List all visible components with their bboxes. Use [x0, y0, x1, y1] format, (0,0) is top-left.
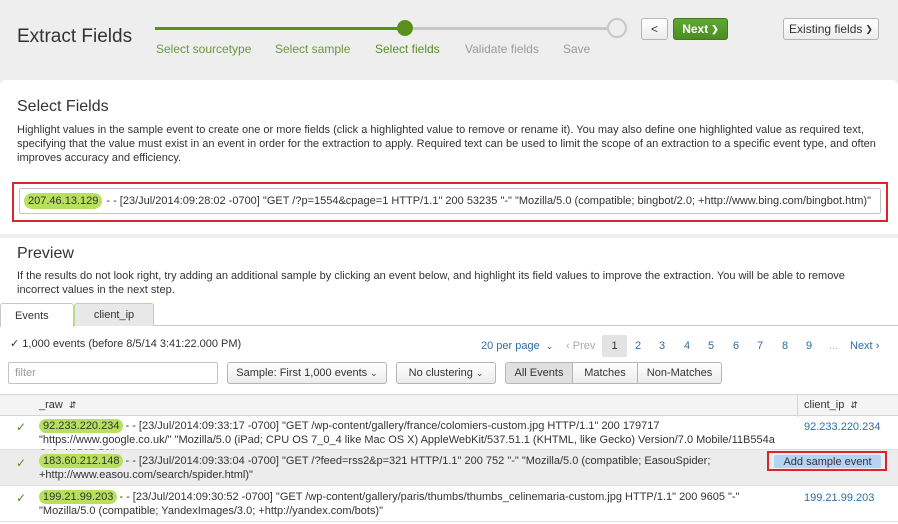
table-header: _raw ⇵ client_ip ⇵ [0, 394, 898, 417]
check-icon: ✓ [16, 420, 27, 434]
step-select-sourcetype[interactable]: Select sourcetype [156, 42, 251, 56]
sample-dropdown[interactable]: Sample: First 1,000 events ⌄ [227, 362, 387, 384]
existing-fields-label: Existing fields [789, 22, 863, 36]
select-fields-description: Highlight values in the sample event to … [17, 124, 876, 164]
next-button[interactable]: Next ❯ [673, 18, 728, 40]
sort-icon: ⇵ [68, 400, 77, 410]
page-5[interactable]: 5 [708, 340, 714, 352]
step-select-fields: Select fields [375, 42, 440, 56]
chevron-down-icon: ⌄ [545, 341, 554, 351]
sample-event-text[interactable]: - - [23/Jul/2014:09:28:02 -0700] "GET /?… [106, 195, 871, 207]
filter-input[interactable] [8, 362, 218, 384]
step-save: Save [563, 42, 591, 56]
step-current-dot [397, 20, 413, 36]
column-raw[interactable]: _raw ⇵ [39, 399, 76, 411]
table-row[interactable]: ✓ 183.60.212.148- - [23/Jul/2014:09:33:0… [0, 450, 898, 486]
back-button[interactable]: < [641, 18, 668, 40]
page-7[interactable]: 7 [757, 340, 763, 352]
highlighted-field-value[interactable]: 183.60.212.148 [39, 454, 124, 468]
preview-tabs: Events client_ip [0, 302, 898, 327]
next-page-button[interactable]: Next › [850, 340, 879, 352]
client-ip-value: 92.233.220.234 [804, 421, 881, 433]
events-count: ✓ 1,000 events (before 8/5/14 3:41:22.00… [10, 338, 242, 350]
table-row[interactable]: ✓ 92.233.220.234- - [23/Jul/2014:09:33:1… [0, 416, 898, 460]
column-divider [797, 395, 798, 417]
raw-event[interactable]: 199.21.99.203- - [23/Jul/2014:09:30:52 -… [39, 490, 791, 518]
highlighted-field-value[interactable]: 92.233.220.234 [39, 419, 124, 433]
per-page-dropdown[interactable]: 20 per page ⌄ [481, 340, 553, 352]
step-select-sample[interactable]: Select sample [275, 42, 350, 56]
sample-event-highlight-frame: 207.46.13.129 - - [23/Jul/2014:09:28:02 … [12, 182, 888, 222]
chevron-right-icon: ❯ [711, 23, 719, 34]
highlighted-field-value[interactable]: 199.21.99.203 [39, 490, 118, 504]
tab-events[interactable]: Events [0, 303, 74, 327]
chevron-left-icon: ‹ [566, 340, 570, 352]
existing-fields-button[interactable]: Existing fields ❯ [783, 18, 879, 40]
chevron-right-icon: ❯ [865, 23, 873, 34]
steps-progress [155, 27, 405, 30]
chevron-right-icon: › [875, 340, 880, 352]
page-title: Extract Fields [17, 26, 133, 47]
page-3[interactable]: 3 [659, 340, 665, 352]
clustering-dropdown[interactable]: No clustering ⌄ [396, 362, 496, 384]
page-1[interactable]: 1 [602, 335, 627, 357]
page-6[interactable]: 6 [733, 340, 739, 352]
tab-client-ip[interactable]: client_ip [74, 303, 154, 326]
table-row[interactable]: ✓ 199.21.99.203- - [23/Jul/2014:09:30:52… [0, 486, 898, 522]
add-sample-highlight-frame: Add sample event [767, 451, 887, 471]
header: Extract Fields Select sourcetype Select … [0, 0, 898, 78]
raw-event[interactable]: 183.60.212.148- - [23/Jul/2014:09:33:04 … [39, 454, 791, 482]
check-icon: ✓ [10, 338, 20, 350]
step-validate-fields: Validate fields [465, 42, 539, 56]
add-sample-event-button[interactable]: Add sample event [774, 455, 881, 468]
prev-page-button[interactable]: ‹ Prev [566, 340, 595, 352]
page-9[interactable]: 9 [806, 340, 812, 352]
chevron-down-icon: ⌄ [370, 367, 378, 378]
filter-matches[interactable]: Matches [572, 362, 638, 384]
select-fields-panel: Select Fields Highlight values in the sa… [0, 80, 898, 234]
chevron-left-icon: < [650, 22, 658, 36]
sort-icon: ⇵ [850, 400, 858, 410]
preview-heading: Preview [17, 245, 74, 262]
page-2[interactable]: 2 [635, 340, 641, 352]
preview-panel: Preview If the results do not look right… [0, 238, 898, 524]
sample-event[interactable]: 207.46.13.129 - - [23/Jul/2014:09:28:02 … [19, 188, 881, 214]
filter-non-matches[interactable]: Non-Matches [637, 362, 722, 384]
column-client-ip[interactable]: client_ip ⇵ [804, 399, 858, 411]
filter-all-events[interactable]: All Events [505, 362, 573, 384]
check-icon: ✓ [16, 491, 27, 505]
chevron-down-icon: ⌄ [475, 367, 484, 378]
highlighted-field-value[interactable]: 207.46.13.129 [24, 193, 103, 209]
preview-description: If the results do not look right, try ad… [17, 270, 845, 296]
select-fields-heading: Select Fields [17, 98, 109, 115]
next-button-label: Next [682, 22, 709, 36]
step-end-dot [607, 18, 627, 38]
page-ellipsis: ... [829, 340, 839, 352]
page-4[interactable]: 4 [684, 340, 690, 352]
check-icon: ✓ [16, 456, 27, 470]
page-8[interactable]: 8 [782, 340, 788, 352]
client-ip-value: 199.21.99.203 [804, 492, 875, 504]
